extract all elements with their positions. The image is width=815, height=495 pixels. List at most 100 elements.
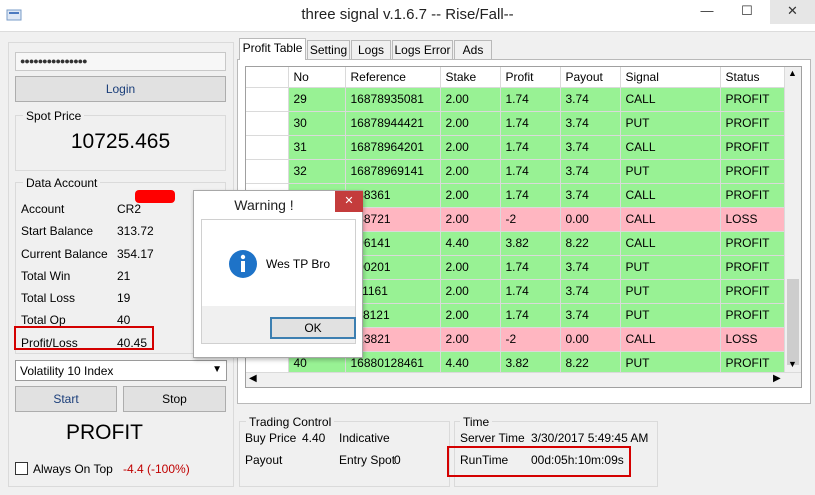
cell-status: LOSS [720,207,785,232]
cell-signal: CALL [620,135,721,160]
column-header-reference[interactable]: Reference [345,67,441,88]
cell-profit: 1.74 [500,159,561,184]
maximize-button[interactable]: ☐ [730,0,764,24]
cell-signal: PUT [620,279,721,304]
chevron-down-icon: ▼ [212,364,222,375]
cell-payout: 8.22 [560,231,621,256]
dialog-body: Wes TP Bro OK [201,219,356,344]
cell-payout: 3.74 [560,255,621,280]
cell-signal: PUT [620,303,721,328]
tab-logs[interactable]: Logs [351,40,391,59]
table-row[interactable]: 31 16878964201 2.00 1.74 3.74 CALL PROFIT [246,135,785,160]
cell-stake: 2.00 [440,135,501,160]
spot-price-value: 10725.465 [70,130,171,153]
row-header-cell[interactable] [246,87,289,112]
cell-stake: 2.00 [440,183,501,208]
vertical-scrollbar[interactable]: ▲ ▼ [784,67,801,372]
table-row[interactable]: 30 16878944421 2.00 1.74 3.74 PUT PROFIT [246,111,785,136]
redacted-mark [135,190,175,203]
account-account-value: CR2 [117,202,142,216]
column-header-no[interactable]: No [288,67,346,88]
always-on-top-label: Always On Top [33,462,113,476]
cell-stake: 2.00 [440,87,501,112]
cell-ref: 16878964201 [345,135,441,160]
cell-profit: 3.82 [500,231,561,256]
cell-stake: 2.00 [440,255,501,280]
horizontal-scrollbar[interactable]: ◀ ▶ [246,372,801,387]
row-header-corner [246,67,289,88]
tab-setting[interactable]: Setting [307,40,350,59]
row-header-cell[interactable] [246,159,289,184]
runtime-highlight [447,446,631,477]
cell-no: 32 [288,159,346,184]
cell-profit: -2 [500,327,561,352]
ok-button[interactable]: OK [270,317,356,339]
server-time-label: Server Time [460,431,525,445]
dialog-close-button[interactable]: ✕ [335,191,363,212]
cell-status: PROFIT [720,231,785,256]
tab-ads[interactable]: Ads [454,40,492,59]
start-button[interactable]: Start [15,386,117,412]
cell-ref: 16878969141 [345,159,441,184]
cell-status: PROFIT [720,303,785,328]
market-select[interactable]: Volatility 10 Index ▼ [15,360,227,381]
market-select-value: Volatility 10 Index [20,364,114,378]
cell-payout: 3.74 [560,159,621,184]
trading-control-label: Trading Control [246,415,335,429]
account-total-op-value: 40 [117,313,131,327]
buy-price-label: Buy Price [245,431,297,445]
cell-status: PROFIT [720,159,785,184]
tab-logs-error[interactable]: Logs Error [392,40,453,59]
cell-stake: 2.00 [440,207,501,232]
cell-payout: 3.74 [560,111,621,136]
cell-payout: 3.74 [560,183,621,208]
scroll-down-icon[interactable]: ▼ [788,359,797,369]
cell-status: PROFIT [720,111,785,136]
table-header-row: No Reference Stake Profit Payout Signal Status [246,67,785,88]
password-field[interactable]: ●●●●●●●●●●●●●●● [15,52,226,71]
cell-signal: CALL [620,207,721,232]
column-header-signal[interactable]: Signal [620,67,721,88]
cell-no: 31 [288,135,346,160]
profit-loss-highlight [14,326,154,350]
scroll-thumb[interactable] [787,279,799,365]
account-total-loss-label: Total Loss [21,291,76,305]
tab-profit-table[interactable]: Profit Table [239,38,306,60]
cell-signal: CALL [620,87,721,112]
cell-payout: 3.74 [560,87,621,112]
table-row[interactable]: 32 16878969141 2.00 1.74 3.74 PUT PROFIT [246,159,785,184]
login-button[interactable]: Login [15,76,226,102]
cell-ref: 16878944421 [345,111,441,136]
cell-payout: 3.74 [560,279,621,304]
cell-stake: 2.00 [440,159,501,184]
column-header-payout[interactable]: Payout [560,67,621,88]
warning-dialog: Warning ! ✕ Wes TP Bro OK [193,190,363,358]
cell-stake: 4.40 [440,231,501,256]
stop-button[interactable]: Stop [123,386,226,412]
account-total-loss-value: 19 [117,291,131,305]
cell-profit: -2 [500,207,561,232]
spot-price-label: Spot Price [23,109,85,123]
account-current-balance-label: Current Balance [21,247,108,261]
table-row[interactable]: 29 16878935081 2.00 1.74 3.74 CALL PROFIT [246,87,785,112]
column-header-status[interactable]: Status [720,67,785,88]
data-account-label: Data Account [23,176,101,190]
close-window-button[interactable]: ✕ [770,0,815,24]
column-header-profit[interactable]: Profit [500,67,561,88]
info-icon [229,250,257,278]
scroll-left-icon[interactable]: ◀ [249,373,257,384]
row-header-cell[interactable] [246,111,289,136]
account-start-balance-value: 313.72 [117,224,154,238]
account-total-win-label: Total Win [21,269,71,283]
minimize-button[interactable]: — [690,0,724,24]
account-current-balance-value: 354.17 [117,247,154,261]
row-header-cell[interactable] [246,135,289,160]
column-header-stake[interactable]: Stake [440,67,501,88]
server-time-value: 3/30/2017 5:49:45 AM [531,431,649,445]
cell-profit: 1.74 [500,303,561,328]
buy-price-value: 4.40 [302,431,326,445]
scroll-up-icon[interactable]: ▲ [788,68,797,78]
cell-stake: 2.00 [440,327,501,352]
scroll-right-icon[interactable]: ▶ [773,373,781,384]
always-on-top-checkbox[interactable] [15,462,28,475]
